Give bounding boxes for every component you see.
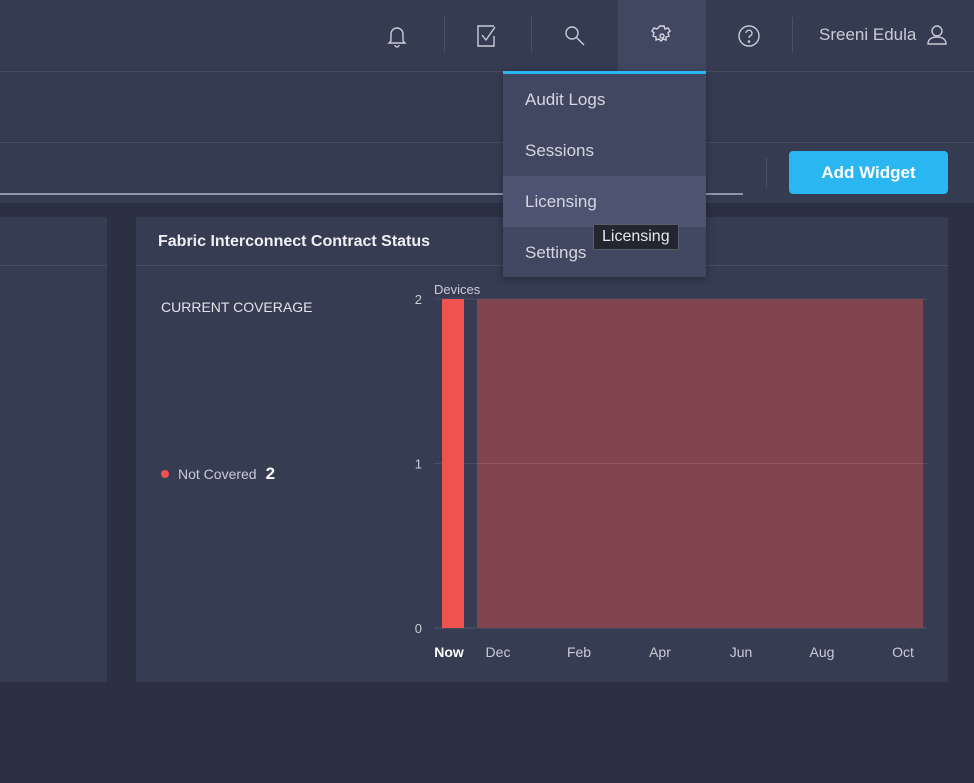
search-icon — [565, 25, 585, 45]
menu-item-audit-logs[interactable]: Audit Logs — [503, 74, 706, 125]
widget-card-left — [0, 217, 107, 682]
bar-now — [442, 299, 464, 628]
x-tick-label: Aug — [810, 644, 835, 660]
tooltip: Licensing — [593, 224, 679, 250]
coverage-label: CURRENT COVERAGE — [161, 299, 313, 315]
search-button[interactable] — [531, 0, 619, 71]
y-tick-label: 0 — [415, 621, 422, 636]
menu-item-licensing[interactable]: Licensing — [503, 176, 706, 227]
divider — [792, 17, 793, 53]
divider — [766, 158, 767, 188]
legend-item-not-covered[interactable]: Not Covered 2 — [161, 464, 275, 484]
user-icon — [927, 25, 948, 45]
add-widget-button[interactable]: Add Widget — [789, 151, 948, 194]
tasks-button[interactable] — [443, 0, 531, 71]
y-tick-label: 2 — [415, 292, 422, 307]
legend-label: Not Covered — [178, 466, 257, 482]
contract-status-chart: Devices 0 1 2 Now Dec Feb Apr Jun Aug Oct — [415, 282, 927, 660]
legend-dot — [161, 470, 169, 478]
x-tick-label: Feb — [567, 644, 591, 660]
help-button[interactable] — [705, 0, 793, 71]
legend-value: 2 — [265, 464, 276, 483]
top-bar: Sreeni Edula — [0, 0, 974, 72]
user-menu[interactable]: Sreeni Edula — [819, 24, 948, 46]
settings-button[interactable] — [618, 0, 706, 71]
y-axis-label: Devices — [434, 282, 481, 297]
notifications-button[interactable] — [353, 0, 441, 71]
help-icon — [738, 24, 760, 47]
x-tick-label: Oct — [892, 644, 914, 660]
x-tick-label: Jun — [730, 644, 753, 660]
bell-icon — [387, 26, 407, 48]
user-name: Sreeni Edula — [819, 25, 917, 44]
x-tick-label: Now — [434, 644, 464, 660]
menu-item-sessions[interactable]: Sessions — [503, 125, 706, 176]
gear-icon — [651, 24, 671, 42]
task-check-icon — [477, 24, 496, 47]
sub-header — [0, 72, 974, 143]
x-tick-label: Apr — [649, 644, 671, 660]
y-tick-label: 1 — [415, 457, 422, 472]
x-tick-label: Dec — [486, 644, 511, 660]
